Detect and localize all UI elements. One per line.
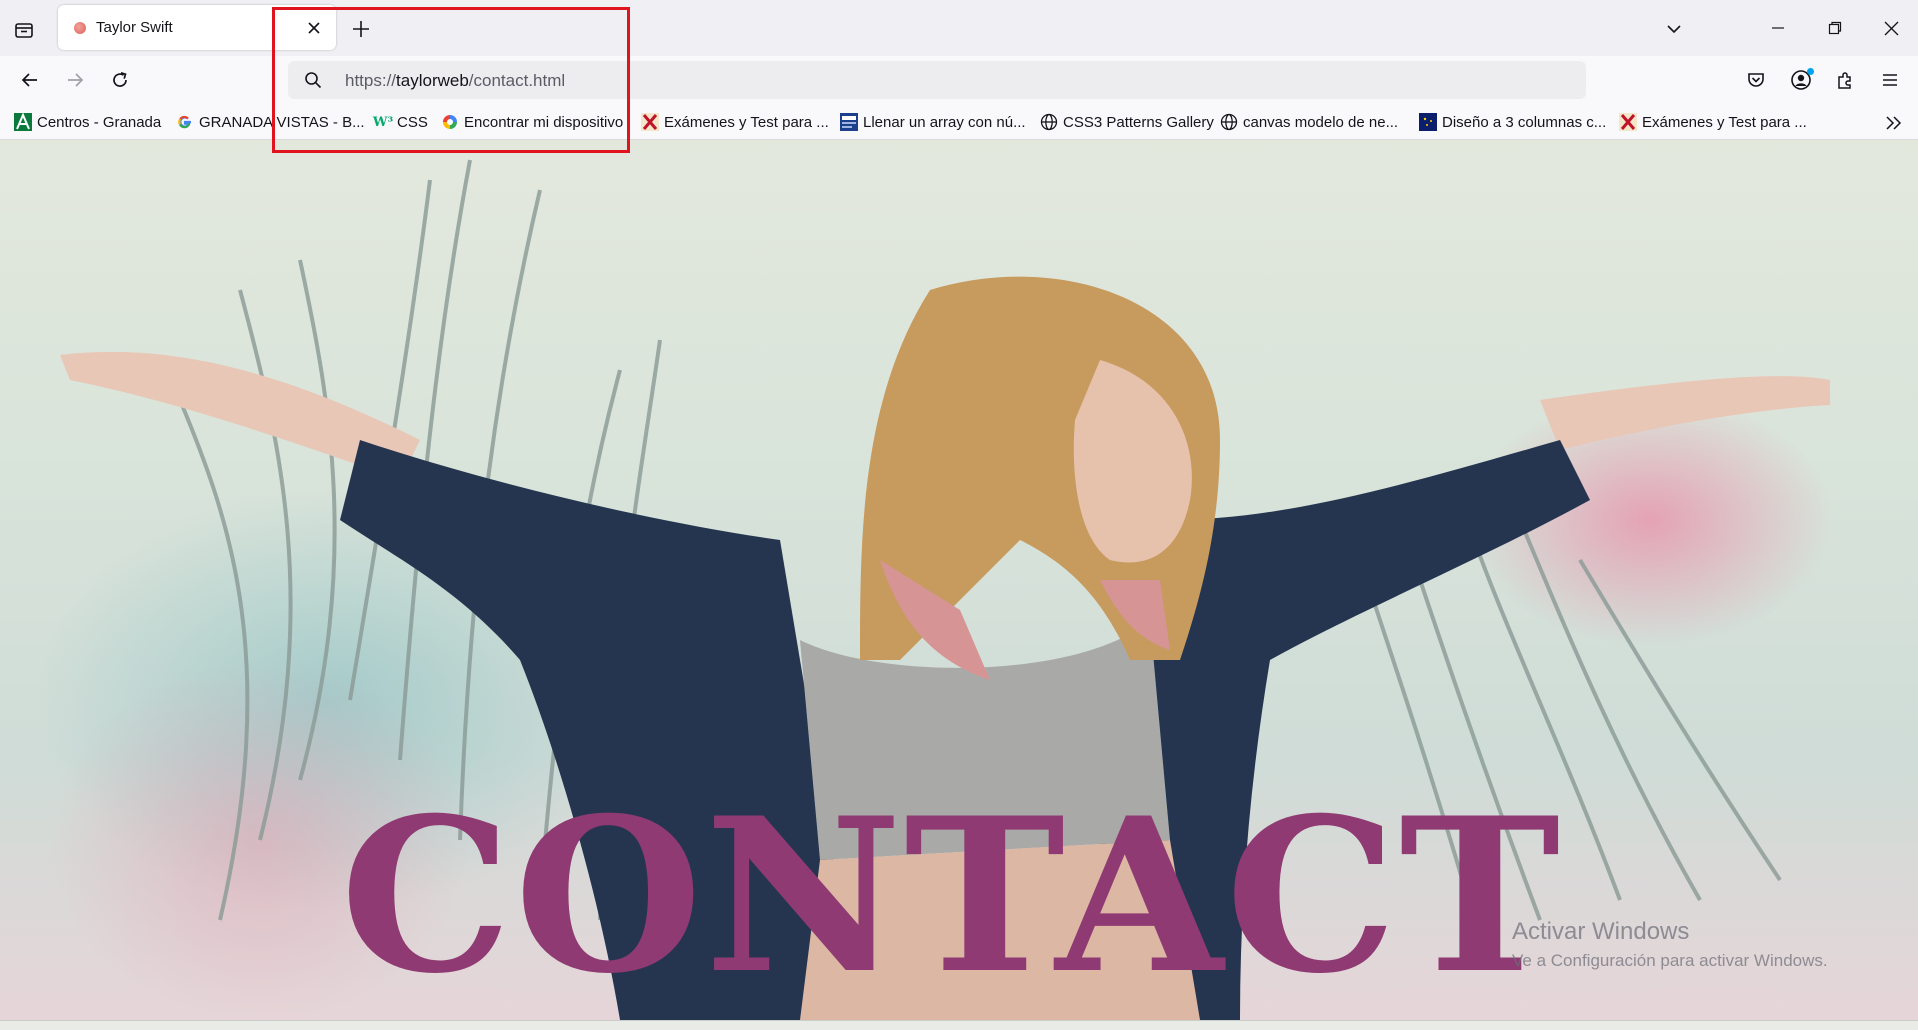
bookmark-label: Exámenes y Test para ...: [664, 113, 829, 131]
bookmark-item[interactable]: Diseño a 3 columnas c...: [1419, 110, 1606, 134]
activation-title: Activar Windows: [1512, 918, 1690, 945]
bookmark-item[interactable]: CSS3 Patterns Gallery: [1040, 110, 1214, 134]
globe-icon: [1040, 113, 1058, 131]
bookmark-item[interactable]: Llenar un array con nú...: [840, 110, 1026, 134]
site-thumbnail-icon: [840, 113, 858, 131]
pocket-button[interactable]: [1740, 64, 1772, 96]
bookmark-item[interactable]: canvas modelo de ne...: [1220, 110, 1398, 134]
close-icon: [1884, 21, 1898, 35]
chevron-down-icon: [1667, 25, 1681, 34]
highlight-annotation-box: [272, 7, 630, 153]
bookmarks-overflow-button[interactable]: [1880, 112, 1908, 134]
x-logo-icon: [1619, 113, 1637, 131]
bookmark-item[interactable]: Exámenes y Test para ...: [641, 110, 829, 134]
hamburger-menu-icon: [1883, 74, 1897, 86]
bookmark-item[interactable]: Exámenes y Test para ...: [1619, 110, 1807, 134]
back-button[interactable]: [14, 64, 46, 96]
andalucia-icon: [14, 113, 32, 131]
bookmark-label: Llenar un array con nú...: [863, 113, 1026, 131]
page-content: CONTACT Activar Windows Ve a Configuraci…: [0, 140, 1918, 1020]
window-minimize-button[interactable]: [1757, 10, 1799, 46]
google-icon: [176, 113, 194, 131]
arrow-left-icon: [21, 73, 37, 87]
restore-icon: [1828, 21, 1842, 35]
window-restore-button[interactable]: [1814, 10, 1856, 46]
bookmark-label: canvas modelo de ne...: [1243, 113, 1399, 131]
page-bottom-edge: [0, 1020, 1918, 1030]
list-all-tabs-button[interactable]: [1658, 14, 1690, 44]
firefox-view-button[interactable]: [10, 16, 38, 44]
window-close-button[interactable]: [1870, 10, 1912, 46]
windows-activation-watermark: Activar Windows Ve a Configuración para …: [1512, 918, 1828, 971]
puzzle-icon: [1838, 72, 1851, 89]
x-logo-icon: [641, 113, 659, 131]
extensions-button[interactable]: [1829, 64, 1861, 96]
site-thumbnail-icon: [1419, 113, 1437, 131]
page-heading: CONTACT: [340, 771, 1563, 1020]
app-menu-button[interactable]: [1874, 64, 1906, 96]
arrow-right-icon: [68, 73, 84, 87]
bookmark-label: Diseño a 3 columnas c...: [1442, 113, 1607, 131]
bookmark-label: Centros - Granada: [37, 113, 162, 131]
reload-button[interactable]: [104, 64, 136, 96]
bookmark-label: CSS3 Patterns Gallery: [1063, 113, 1214, 131]
activation-subtitle: Ve a Configuración para activar Windows.: [1512, 951, 1828, 970]
forward-button[interactable]: [59, 64, 91, 96]
pocket-icon: [1748, 73, 1764, 87]
globe-icon: [1220, 113, 1238, 131]
reload-icon: [113, 71, 127, 87]
double-chevron-right-icon: [1886, 116, 1902, 130]
bookmark-label: Exámenes y Test para ...: [1642, 113, 1807, 131]
bookmark-item[interactable]: Centros - Granada: [14, 110, 161, 134]
account-button[interactable]: [1785, 64, 1817, 96]
minimize-icon: [1772, 27, 1784, 29]
firefox-view-icon: [15, 23, 33, 38]
notification-dot: [1807, 68, 1814, 75]
tab-title: Taylor Swift: [96, 19, 173, 36]
site-favicon-icon: [74, 22, 86, 34]
